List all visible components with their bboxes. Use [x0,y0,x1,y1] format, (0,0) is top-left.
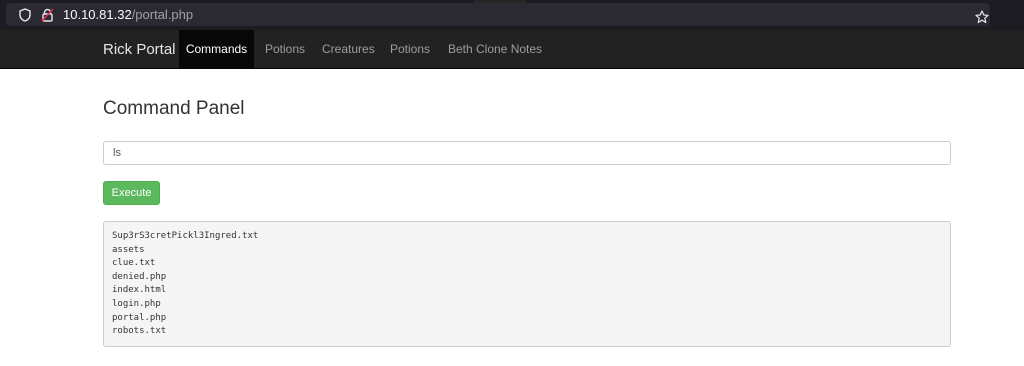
url-text[interactable]: 10.10.81.32/portal.php [63,7,193,22]
command-output: Sup3rS3cretPickl3Ingred.txt assets clue.tx… [103,221,951,347]
address-bar[interactable]: 10.10.81.32/portal.php [6,3,990,26]
page-title: Command Panel [103,98,245,119]
nav-item-potions[interactable]: Potions [265,30,305,68]
execute-button[interactable]: Execute [103,181,160,205]
lock-icon[interactable] [41,8,54,22]
navbar-brand[interactable]: Rick Portal [103,41,176,58]
output-line: denied.php [112,271,167,282]
output-line: clue.txt [112,258,156,269]
url-path: /portal.php [131,7,194,22]
nav-item-beth-clone-notes[interactable]: Beth Clone Notes [448,30,542,68]
star-icon[interactable] [975,10,989,24]
output-line: assets [112,244,145,255]
shield-icon[interactable] [19,8,31,22]
nav-item-commands[interactable]: Commands [179,30,254,68]
output-line: index.html [112,285,167,296]
nav-item-creatures[interactable]: Creatures [322,30,375,68]
output-line: portal.php [112,312,167,323]
browser-toolbar: 10.10.81.32/portal.php [0,0,1024,30]
nav-item-potions-2[interactable]: Potions [390,30,430,68]
command-input[interactable] [103,141,951,165]
output-line: Sup3rS3cretPickl3Ingred.txt [112,231,259,241]
output-line: robots.txt [112,326,167,337]
output-line: login.php [112,298,161,309]
url-host: 10.10.81.32 [63,7,132,22]
site-navbar: Rick Portal Commands Potions Creatures P… [0,30,1024,69]
